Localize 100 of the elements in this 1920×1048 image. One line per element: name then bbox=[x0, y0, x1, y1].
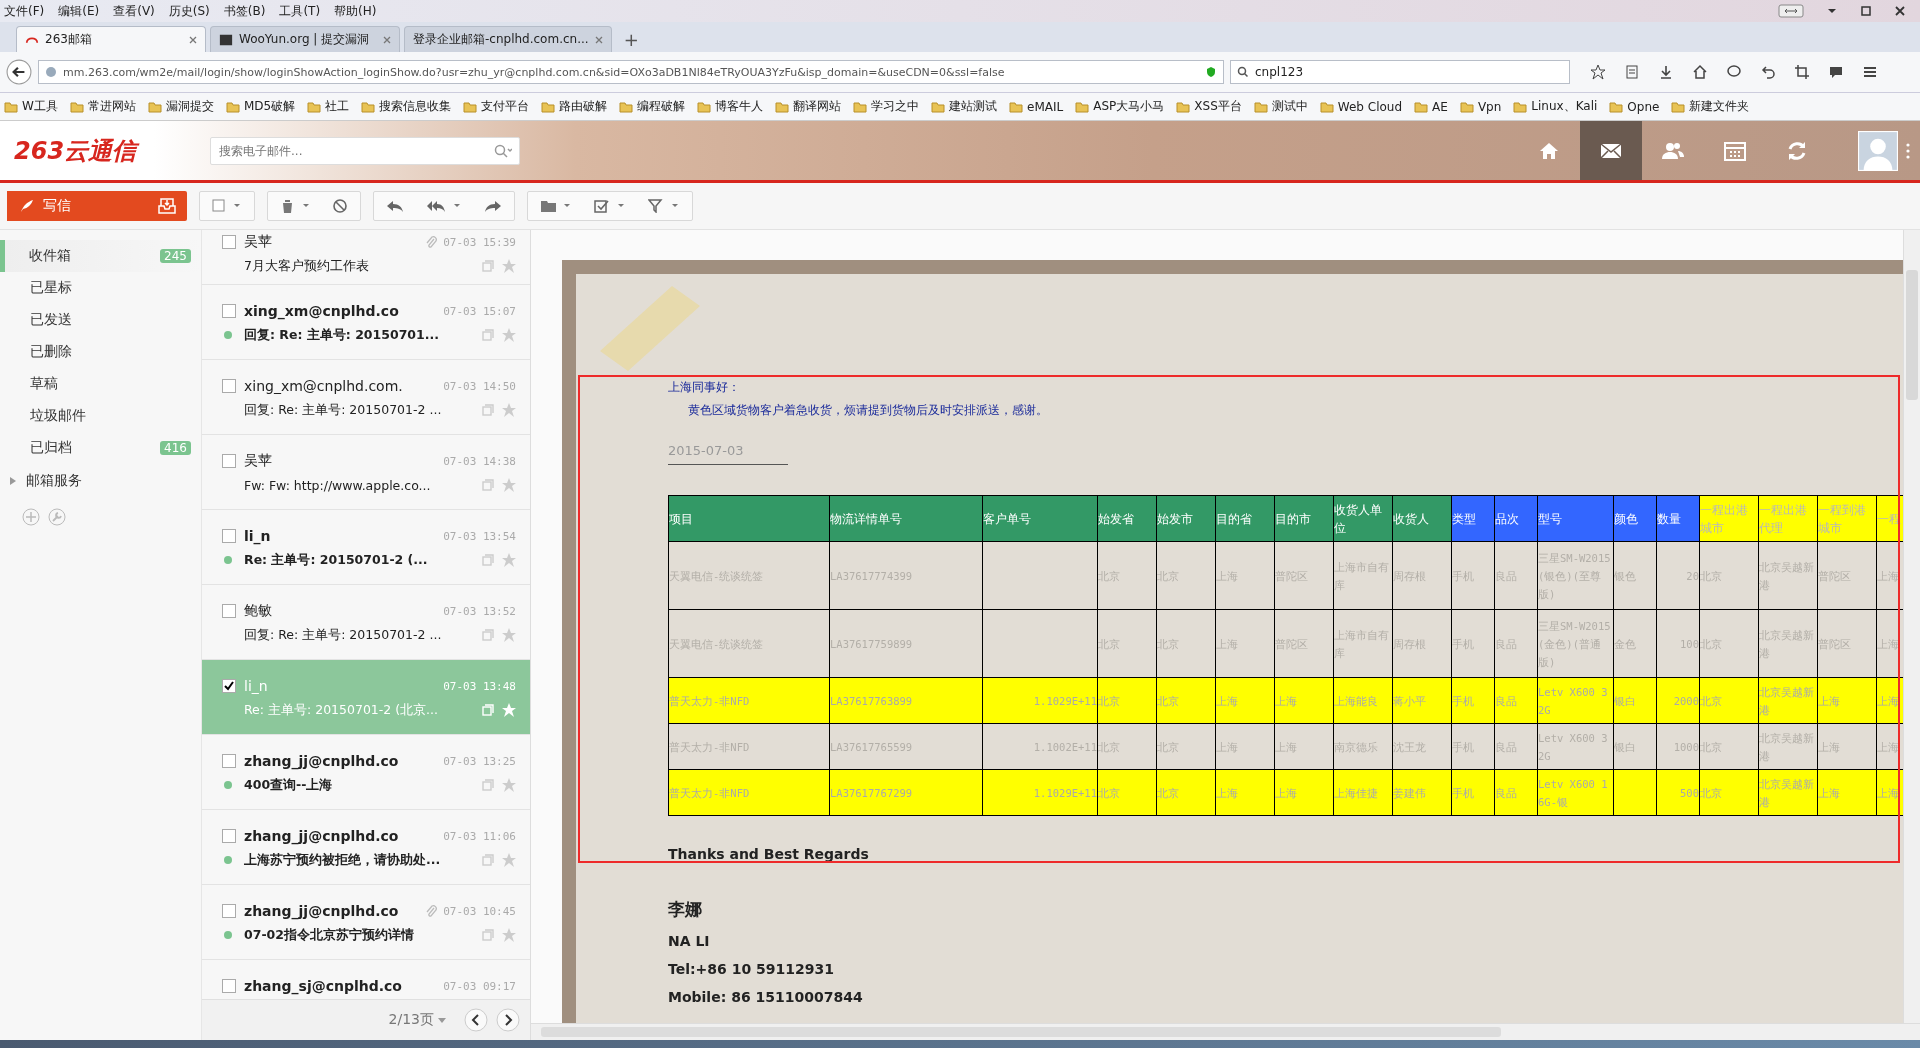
bookmark[interactable]: Opne bbox=[1609, 99, 1660, 114]
close-tab-icon[interactable] bbox=[189, 35, 197, 44]
page-selector[interactable]: 2/13页 bbox=[388, 1011, 446, 1029]
star-icon[interactable] bbox=[502, 778, 516, 792]
copy-icon[interactable] bbox=[482, 329, 494, 341]
services-item[interactable]: 邮箱服务 bbox=[0, 464, 201, 490]
bookmark[interactable]: Linux、Kali bbox=[1513, 98, 1598, 115]
checkbox[interactable] bbox=[222, 904, 236, 918]
checkbox[interactable] bbox=[222, 604, 236, 618]
bookmark[interactable]: W工具 bbox=[4, 98, 58, 115]
menu-item[interactable]: 帮助(H) bbox=[334, 2, 377, 20]
bookmark[interactable]: MD5破解 bbox=[225, 98, 296, 115]
copy-icon[interactable] bbox=[482, 479, 494, 491]
star-icon[interactable] bbox=[502, 853, 516, 867]
block-icon[interactable] bbox=[332, 198, 348, 214]
browser-tab[interactable]: 263邮箱 bbox=[16, 26, 206, 52]
next-page-icon[interactable] bbox=[496, 1008, 520, 1032]
home-icon[interactable] bbox=[1692, 64, 1708, 80]
menu-icon[interactable] bbox=[1862, 64, 1878, 80]
bookmark[interactable]: eMAIL bbox=[1009, 99, 1064, 114]
address-field[interactable]: mm.263.com/wm2e/mail/login/show/loginShowAction_loginShow.do?usr=zhu_yr@cnplhd.com.cn&sid=OXo3aDB1Nl84eTRyOUA3YzFu&isp_domain=&useCDN=0&ssl=false bbox=[38, 60, 1224, 84]
search-field[interactable]: cnpl123 bbox=[1230, 60, 1570, 84]
caret-icon[interactable] bbox=[438, 1017, 446, 1023]
bookmark[interactable]: XSS平台 bbox=[1176, 98, 1242, 115]
bookmark[interactable]: 搜索信息收集 bbox=[361, 98, 452, 115]
star-icon[interactable] bbox=[502, 703, 516, 717]
folder-item[interactable]: 已发送 bbox=[0, 304, 201, 336]
checkbox[interactable] bbox=[222, 529, 236, 543]
copy-icon[interactable] bbox=[482, 854, 494, 866]
copy-icon[interactable] bbox=[482, 929, 494, 941]
chat-icon[interactable] bbox=[1726, 64, 1742, 80]
mail-search-field[interactable]: 搜索电子邮件... bbox=[210, 136, 520, 165]
receive-icon[interactable] bbox=[157, 197, 177, 215]
mail-item[interactable]: li_n 07-03 13:54 Re: 主单号: 20150701-2 (... bbox=[202, 510, 530, 585]
clipboard-icon[interactable] bbox=[1624, 64, 1640, 80]
bookmark[interactable]: 测试中 bbox=[1253, 98, 1308, 115]
more-icon[interactable] bbox=[1906, 142, 1910, 159]
menu-item[interactable]: 查看(V) bbox=[113, 2, 155, 20]
menu-item[interactable]: 书签(B) bbox=[223, 2, 266, 20]
checkbox[interactable] bbox=[222, 304, 236, 318]
new-tab-button[interactable]: + bbox=[615, 29, 647, 52]
horizontal-scrollbar[interactable] bbox=[531, 1023, 1920, 1040]
menu-item[interactable]: 工具(T) bbox=[279, 2, 321, 20]
mail-item[interactable]: xing_xm@cnplhd.com. 07-03 14:50 回复: Re: 主单号: 20150701-2 ... bbox=[202, 360, 530, 435]
bookmark[interactable]: 支付平台 bbox=[463, 98, 530, 115]
copy-icon[interactable] bbox=[482, 554, 494, 566]
mail-item[interactable]: 鲍敏 07-03 13:52 回复: Re: 主单号: 20150701-2 ... bbox=[202, 585, 530, 660]
bookmark[interactable]: ASP大马小马 bbox=[1075, 98, 1165, 115]
bookmark[interactable]: 学习之中 bbox=[853, 98, 920, 115]
close-tab-icon[interactable] bbox=[383, 35, 391, 44]
folder-icon[interactable] bbox=[540, 199, 572, 213]
mail-item[interactable]: 吴苹 07-03 14:38 Fw: Fw: http://www.apple.co... bbox=[202, 435, 530, 510]
previous-page-icon[interactable] bbox=[464, 1008, 488, 1032]
crop-icon[interactable] bbox=[1794, 64, 1810, 80]
checkbox[interactable] bbox=[222, 379, 236, 393]
folder-item[interactable]: 已删除 bbox=[0, 336, 201, 368]
bookmark[interactable]: 建站测试 bbox=[931, 98, 998, 115]
reply-all-icon[interactable] bbox=[426, 199, 462, 213]
menu-item[interactable]: 文件(F) bbox=[4, 2, 45, 20]
bookmark[interactable]: Web Cloud bbox=[1319, 99, 1403, 114]
maximize-icon[interactable] bbox=[1860, 5, 1872, 17]
copy-icon[interactable] bbox=[482, 629, 494, 641]
vertical-scrollbar[interactable] bbox=[1903, 230, 1920, 1023]
bookmark[interactable]: 博客牛人 bbox=[697, 98, 764, 115]
filter-icon[interactable] bbox=[648, 199, 680, 213]
browser-tab[interactable]: 登录企业邮箱-cnplhd.com.cn... bbox=[404, 26, 612, 52]
download-icon[interactable] bbox=[1658, 64, 1674, 80]
checkbox[interactable] bbox=[222, 679, 236, 693]
copy-icon[interactable] bbox=[482, 704, 494, 716]
delete-icon[interactable] bbox=[280, 199, 310, 213]
mail-icon[interactable] bbox=[1580, 121, 1642, 180]
add-icon[interactable] bbox=[22, 508, 40, 526]
folder-item[interactable]: 已归档 416 bbox=[0, 432, 201, 464]
folder-item[interactable]: 已星标 bbox=[0, 272, 201, 304]
bookmark[interactable]: 编程破解 bbox=[619, 98, 686, 115]
bookmark[interactable]: 翻译网站 bbox=[775, 98, 842, 115]
bookmark[interactable]: Vpn bbox=[1459, 99, 1502, 114]
bookmark[interactable]: 路由破解 bbox=[541, 98, 608, 115]
search-icon[interactable] bbox=[494, 143, 512, 158]
copy-icon[interactable] bbox=[482, 779, 494, 791]
mail-item[interactable]: xing_xm@cnplhd.co 07-03 15:07 回复: Re: 主单号: 20150701... bbox=[202, 285, 530, 360]
checkbox[interactable] bbox=[222, 979, 236, 993]
mark-icon[interactable] bbox=[594, 199, 626, 213]
browser-tab[interactable]: WooYun.org | 提交漏洞 bbox=[210, 26, 400, 52]
copy-icon[interactable] bbox=[482, 404, 494, 416]
bookmark[interactable]: 常进网站 bbox=[69, 98, 136, 115]
checkbox[interactable] bbox=[222, 454, 236, 468]
avatar-icon[interactable] bbox=[1858, 130, 1898, 171]
forward-icon[interactable] bbox=[484, 199, 502, 213]
folder-item[interactable]: 垃圾邮件 bbox=[0, 400, 201, 432]
star-icon[interactable] bbox=[502, 553, 516, 567]
star-icon[interactable] bbox=[502, 628, 516, 642]
bookmark[interactable]: 漏洞提交 bbox=[147, 98, 214, 115]
reply-icon[interactable] bbox=[386, 199, 404, 213]
undo-icon[interactable] bbox=[1760, 64, 1776, 80]
restore-icon[interactable] bbox=[1778, 4, 1804, 18]
star-icon[interactable] bbox=[502, 403, 516, 417]
checkbox[interactable] bbox=[222, 235, 236, 249]
checkbox[interactable] bbox=[222, 829, 236, 843]
copy-icon[interactable] bbox=[482, 260, 494, 272]
